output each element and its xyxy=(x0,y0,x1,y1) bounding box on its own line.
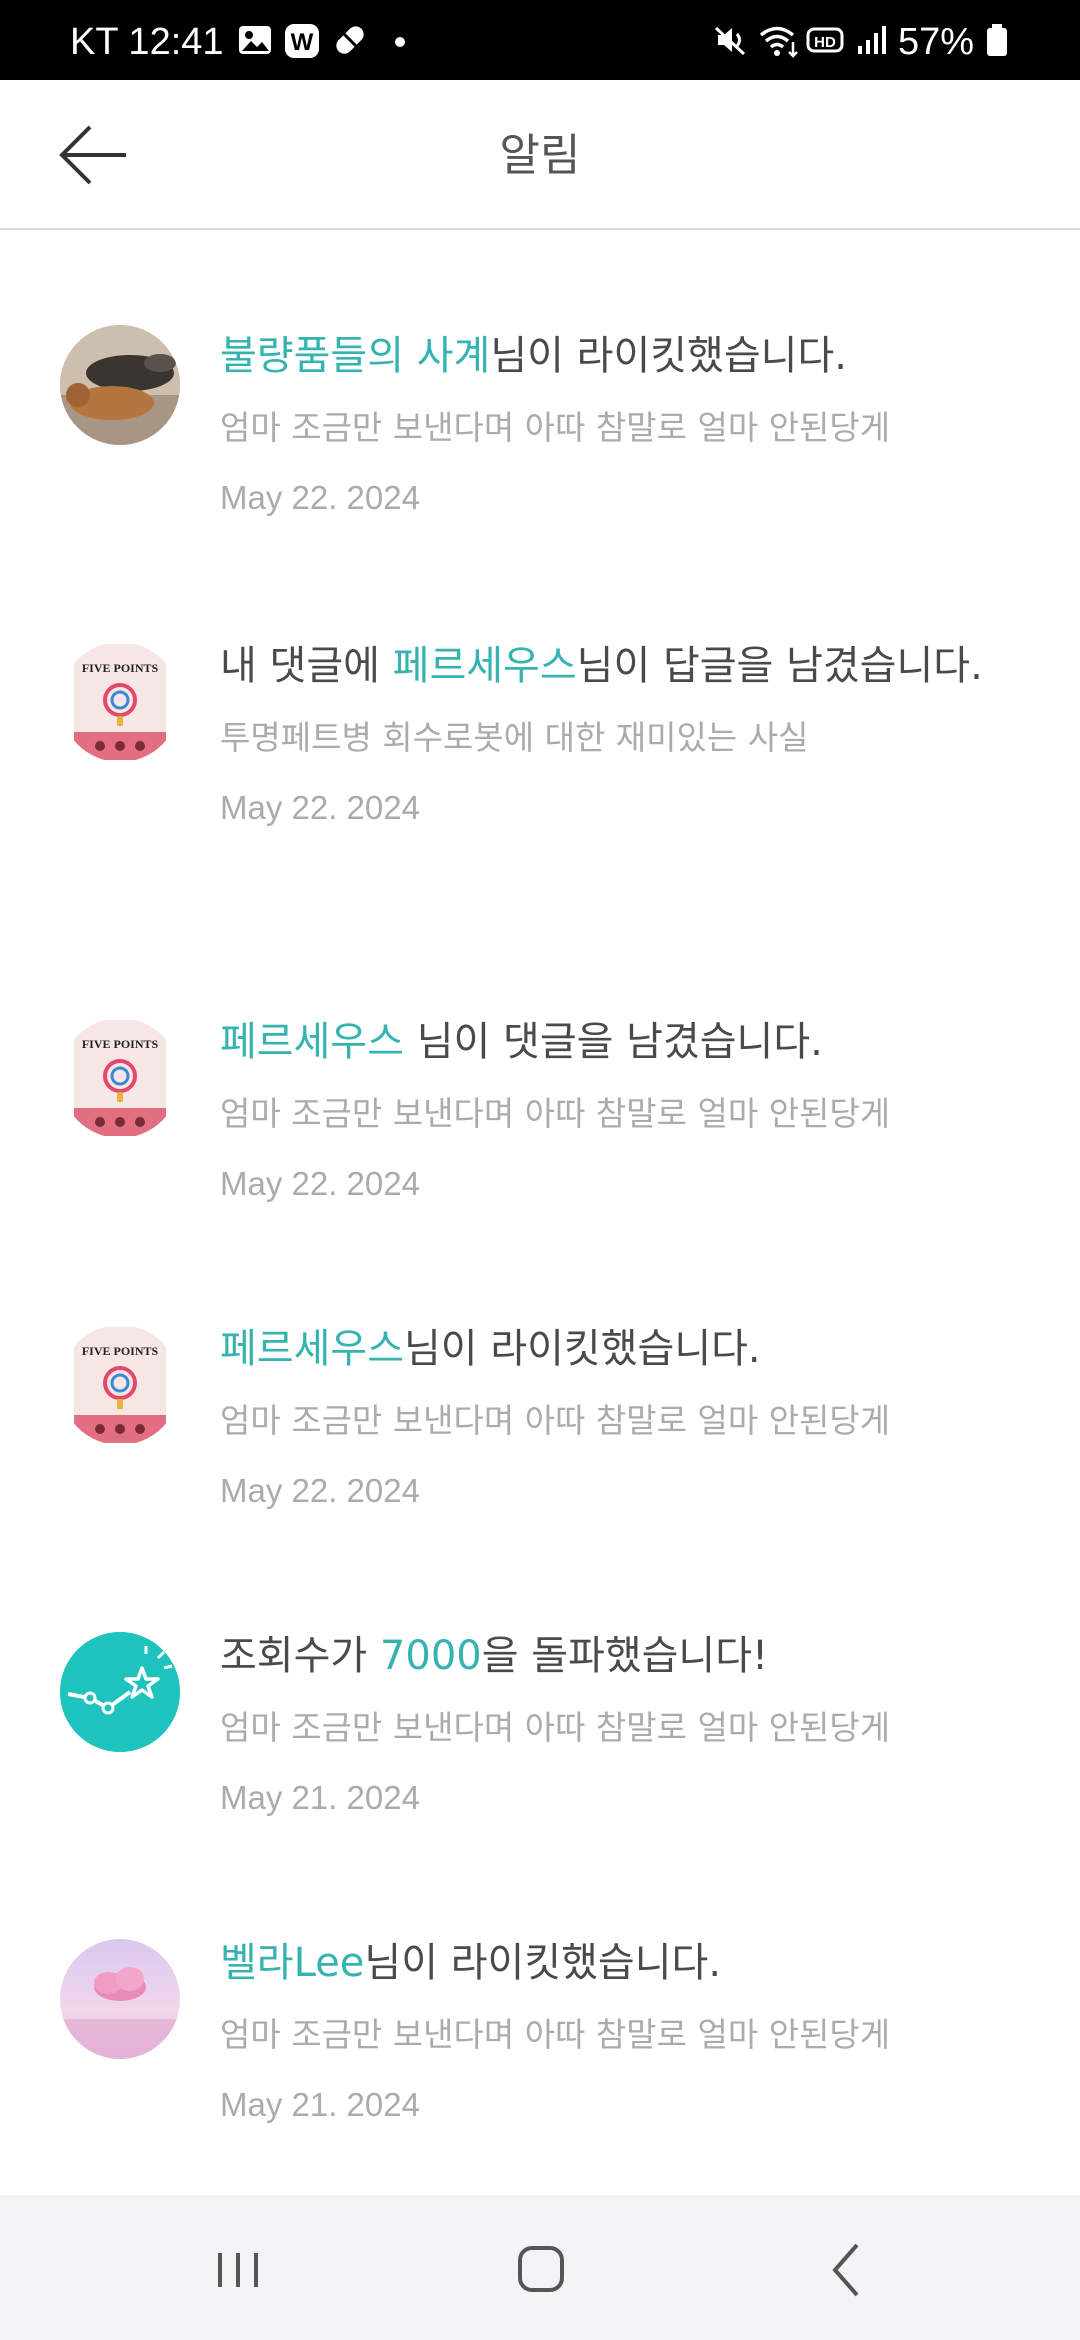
page-title: 알림 xyxy=(499,130,581,181)
notification-message: 페르세우스님이 라이킷했습니다. xyxy=(220,1326,761,1372)
user-name-link[interactable]: 페르세우스 xyxy=(220,1326,404,1372)
post-title: 엄마 조금만 보낸다며 아따 참말로 얼마 안된당게 xyxy=(220,2015,891,2054)
notification-message: 벨라Lee님이 라이킷했습니다. xyxy=(220,1940,722,1986)
gallery-icon xyxy=(239,26,271,54)
svg-text:W: W xyxy=(291,29,314,56)
w-app-icon: W xyxy=(285,24,319,58)
notification-message: 페르세우스 님이 댓글을 남겼습니다. xyxy=(220,1019,823,1065)
avatar-book-cover: FIVE POINTS xyxy=(60,1325,180,1445)
avatar-book-cover: FIVE POINTS xyxy=(60,642,180,762)
post-title: 엄마 조금만 보낸다며 아따 참말로 얼마 안된당게 xyxy=(220,1401,891,1440)
hd-icon: HD xyxy=(806,27,844,53)
notification-date: May 22. 2024 xyxy=(220,1472,420,1509)
notification-message: 불량품들의 사계님이 라이킷했습니다. xyxy=(220,333,847,379)
system-nav-bar xyxy=(0,2195,1080,2340)
avatar-dog-photo xyxy=(60,325,180,445)
pill-icon xyxy=(336,26,364,54)
notification-date: May 21. 2024 xyxy=(220,1779,420,1816)
dot-icon xyxy=(395,37,405,47)
mute-icon xyxy=(714,26,746,56)
post-title: 엄마 조금만 보낸다며 아따 참말로 얼마 안된당게 xyxy=(220,408,891,447)
battery-icon xyxy=(987,24,1007,56)
view-count-highlight: 7000 xyxy=(379,1633,482,1679)
recent-apps-icon[interactable] xyxy=(200,2235,280,2305)
stats-star-icon xyxy=(60,1632,180,1752)
notification-date: May 22. 2024 xyxy=(220,789,420,826)
user-name-link[interactable]: 불량품들의 사계 xyxy=(220,333,490,379)
signal-icon xyxy=(858,26,886,54)
status-bar: KT 12:41 W HD 57% xyxy=(0,0,1080,80)
user-name-link[interactable]: 페르세우스 xyxy=(220,1019,404,1065)
avatar-book-cover: FIVE POINTS xyxy=(60,1018,180,1138)
app-header: 알림 xyxy=(0,80,1080,230)
status-time: KT 12:41 xyxy=(70,21,224,63)
post-title: 엄마 조금만 보낸다며 아따 참말로 얼마 안된당게 xyxy=(220,1708,891,1747)
battery-percent: 57% xyxy=(898,21,975,63)
nav-back-icon[interactable] xyxy=(805,2235,885,2305)
user-name-link[interactable]: 페르세우스 xyxy=(393,643,577,689)
book-title: FIVE POINTS xyxy=(82,661,159,675)
post-title: 엄마 조금만 보낸다며 아따 참말로 얼마 안된당게 xyxy=(220,1094,891,1133)
notification-date: May 21. 2024 xyxy=(220,2086,420,2123)
svg-text:HD: HD xyxy=(814,34,836,51)
book-title: FIVE POINTS xyxy=(82,1344,159,1358)
notification-date: May 22. 2024 xyxy=(220,1165,420,1202)
notification-message: 내 댓글에 페르세우스님이 답글을 남겼습니다. xyxy=(220,643,983,689)
notification-message: 조회수가 7000을 돌파했습니다! xyxy=(220,1633,769,1679)
user-name-link[interactable]: 벨라Lee xyxy=(220,1940,364,1986)
book-title: FIVE POINTS xyxy=(82,1037,159,1051)
notification-date: May 22. 2024 xyxy=(220,479,420,516)
home-icon[interactable] xyxy=(500,2235,580,2305)
avatar-cloud-photo xyxy=(60,1939,180,2059)
post-title: 투명페트병 회수로봇에 대한 재미있는 사실 xyxy=(220,718,809,757)
wifi-icon xyxy=(759,26,798,58)
